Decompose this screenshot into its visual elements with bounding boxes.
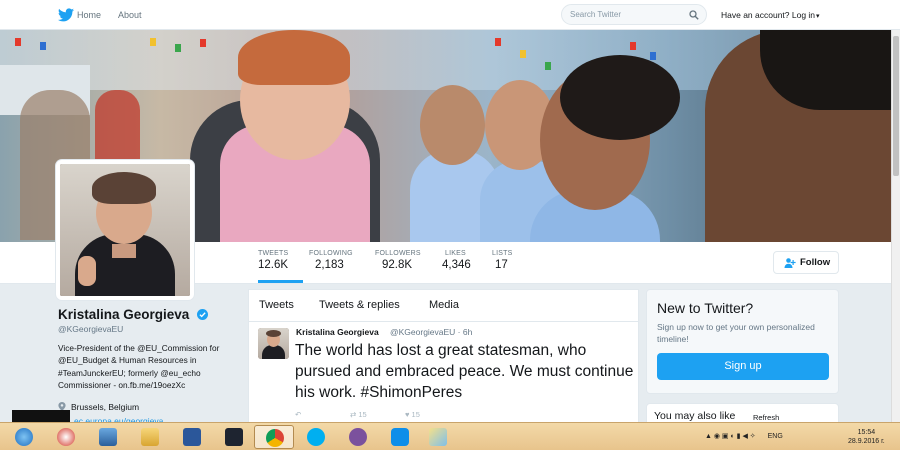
login-label: Have an account? Log in — [721, 10, 816, 20]
retweet-button[interactable]: ⇄ 15 — [350, 410, 367, 419]
stat-likes[interactable]: LIKES 4,346 — [442, 250, 471, 271]
tab-tweets[interactable]: Tweets — [259, 299, 294, 311]
system-tray: ▲ ◉ ▣ ◐ ▮ ◀ ✧ ENG — [705, 432, 783, 440]
app-taskbar-button[interactable] — [88, 425, 128, 449]
media-taskbar-button[interactable] — [46, 425, 86, 449]
teamviewer-icon — [391, 428, 409, 446]
profile-handle[interactable]: @KGeorgievaEU — [58, 324, 123, 334]
stat-label: LISTS — [492, 250, 513, 257]
location-text: Brussels, Belgium — [71, 402, 140, 412]
heart-icon: ♥ — [405, 410, 410, 419]
viber-icon — [349, 428, 367, 446]
lightroom-taskbar-button[interactable] — [214, 425, 254, 449]
follow-button[interactable]: Follow — [773, 251, 839, 274]
word-taskbar-button[interactable] — [172, 425, 212, 449]
language-indicator[interactable]: ENG — [768, 433, 783, 440]
nav-home-link[interactable]: Home — [77, 10, 101, 20]
like-button[interactable]: ♥ 15 — [405, 410, 420, 419]
retweet-count: 15 — [358, 410, 367, 419]
timeline-tabs: Tweets Tweets & replies Media — [249, 290, 638, 322]
tweet-avatar[interactable] — [258, 328, 289, 359]
stat-label: FOLLOWERS — [375, 250, 421, 257]
nav-about-link[interactable]: About — [118, 10, 142, 20]
system-clock[interactable]: 15:54 28.9.2016 г. — [848, 428, 885, 446]
word-icon — [183, 428, 201, 446]
viber-taskbar-button[interactable] — [338, 425, 378, 449]
search-icon[interactable] — [689, 10, 699, 20]
stat-label: TWEETS — [258, 250, 289, 257]
top-nav: Home About Search Twitter Have an accoun… — [0, 0, 900, 30]
vertical-scrollbar[interactable] — [891, 30, 900, 422]
page: Home About Search Twitter Have an accoun… — [0, 0, 900, 450]
add-user-icon — [784, 258, 796, 268]
retweet-icon: ⇄ — [350, 410, 357, 419]
stat-followers[interactable]: FOLLOWERS 92.8K — [375, 250, 421, 271]
skype-taskbar-button[interactable] — [296, 425, 336, 449]
card-title: You may also like — [654, 410, 736, 422]
new-to-twitter-card: New to Twitter? Sign up now to get your … — [646, 289, 839, 394]
internet-explorer-icon — [15, 428, 33, 446]
tray-icons[interactable]: ▲ ◉ ▣ ◐ ▮ ◀ ✧ — [705, 433, 756, 440]
folder-icon — [141, 428, 159, 446]
os-taskbar: ▲ ◉ ▣ ◐ ▮ ◀ ✧ ENG 15:54 28.9.2016 г. — [0, 422, 900, 450]
tab-media[interactable]: Media — [429, 299, 459, 311]
stat-label: FOLLOWING — [309, 250, 353, 257]
teamviewer-taskbar-button[interactable] — [380, 425, 420, 449]
chrome-icon — [266, 429, 284, 447]
tweet-handle-time[interactable]: @KGeorgievaEU · 6h — [390, 327, 472, 337]
profile-location: Brussels, Belgium — [58, 402, 139, 412]
stat-value: 2,183 — [315, 259, 344, 271]
follow-label: Follow — [800, 257, 831, 268]
reply-icon[interactable]: ↶ — [295, 410, 301, 419]
explorer-taskbar-button[interactable] — [130, 425, 170, 449]
tweet-author-name[interactable]: Kristalina Georgieva — [296, 327, 379, 337]
stat-lists[interactable]: LISTS 17 — [492, 250, 512, 271]
timeline: Tweets Tweets & replies Media Kristalina… — [248, 289, 639, 429]
profile-name-text: Kristalina Georgieva — [58, 307, 190, 322]
stat-value: 17 — [495, 259, 508, 271]
profile-name: Kristalina Georgieva — [58, 307, 209, 322]
stat-tweets[interactable]: TWEETS 12.6K — [258, 250, 304, 283]
media-player-icon — [57, 428, 75, 446]
stat-label: LIKES — [445, 250, 466, 257]
tweet-text: The world has lost a great statesman, wh… — [295, 342, 634, 401]
clock-date: 28.9.2016 г. — [848, 438, 885, 445]
stat-value: 12.6K — [258, 259, 289, 271]
app-window-icon — [99, 428, 117, 446]
sign-up-button[interactable]: Sign up — [657, 353, 829, 380]
twitter-bird-icon[interactable] — [58, 8, 74, 22]
login-link[interactable]: Have an account? Log in▾ — [721, 10, 820, 20]
card-subtitle: Sign up now to get your own personalized… — [657, 322, 815, 344]
stat-value: 4,346 — [442, 259, 471, 271]
chevron-down-icon: ▾ — [816, 13, 820, 20]
verified-badge-icon — [197, 309, 209, 320]
skype-icon — [307, 428, 325, 446]
chrome-taskbar-button[interactable] — [254, 425, 294, 449]
stat-value: 92.8K — [382, 259, 413, 271]
paint-taskbar-button[interactable] — [418, 425, 458, 449]
lightroom-icon — [225, 428, 243, 446]
clock-time: 15:54 — [857, 429, 876, 436]
search-placeholder: Search Twitter — [570, 10, 621, 19]
like-count: 15 — [411, 410, 420, 419]
search-field[interactable]: Search Twitter — [561, 4, 707, 25]
refresh-link[interactable]: Refresh — [753, 413, 779, 422]
paint-icon — [429, 428, 447, 446]
profile-avatar[interactable] — [56, 160, 194, 300]
profile-bio: Vice-President of the @EU_Commission for… — [58, 343, 220, 390]
stat-following[interactable]: FOLLOWING 2,183 — [309, 250, 353, 271]
tab-tweets-and-replies[interactable]: Tweets & replies — [319, 299, 400, 311]
card-title: New to Twitter? — [657, 300, 754, 316]
ie-taskbar-button[interactable] — [4, 425, 44, 449]
scrollbar-thumb[interactable] — [893, 36, 899, 176]
